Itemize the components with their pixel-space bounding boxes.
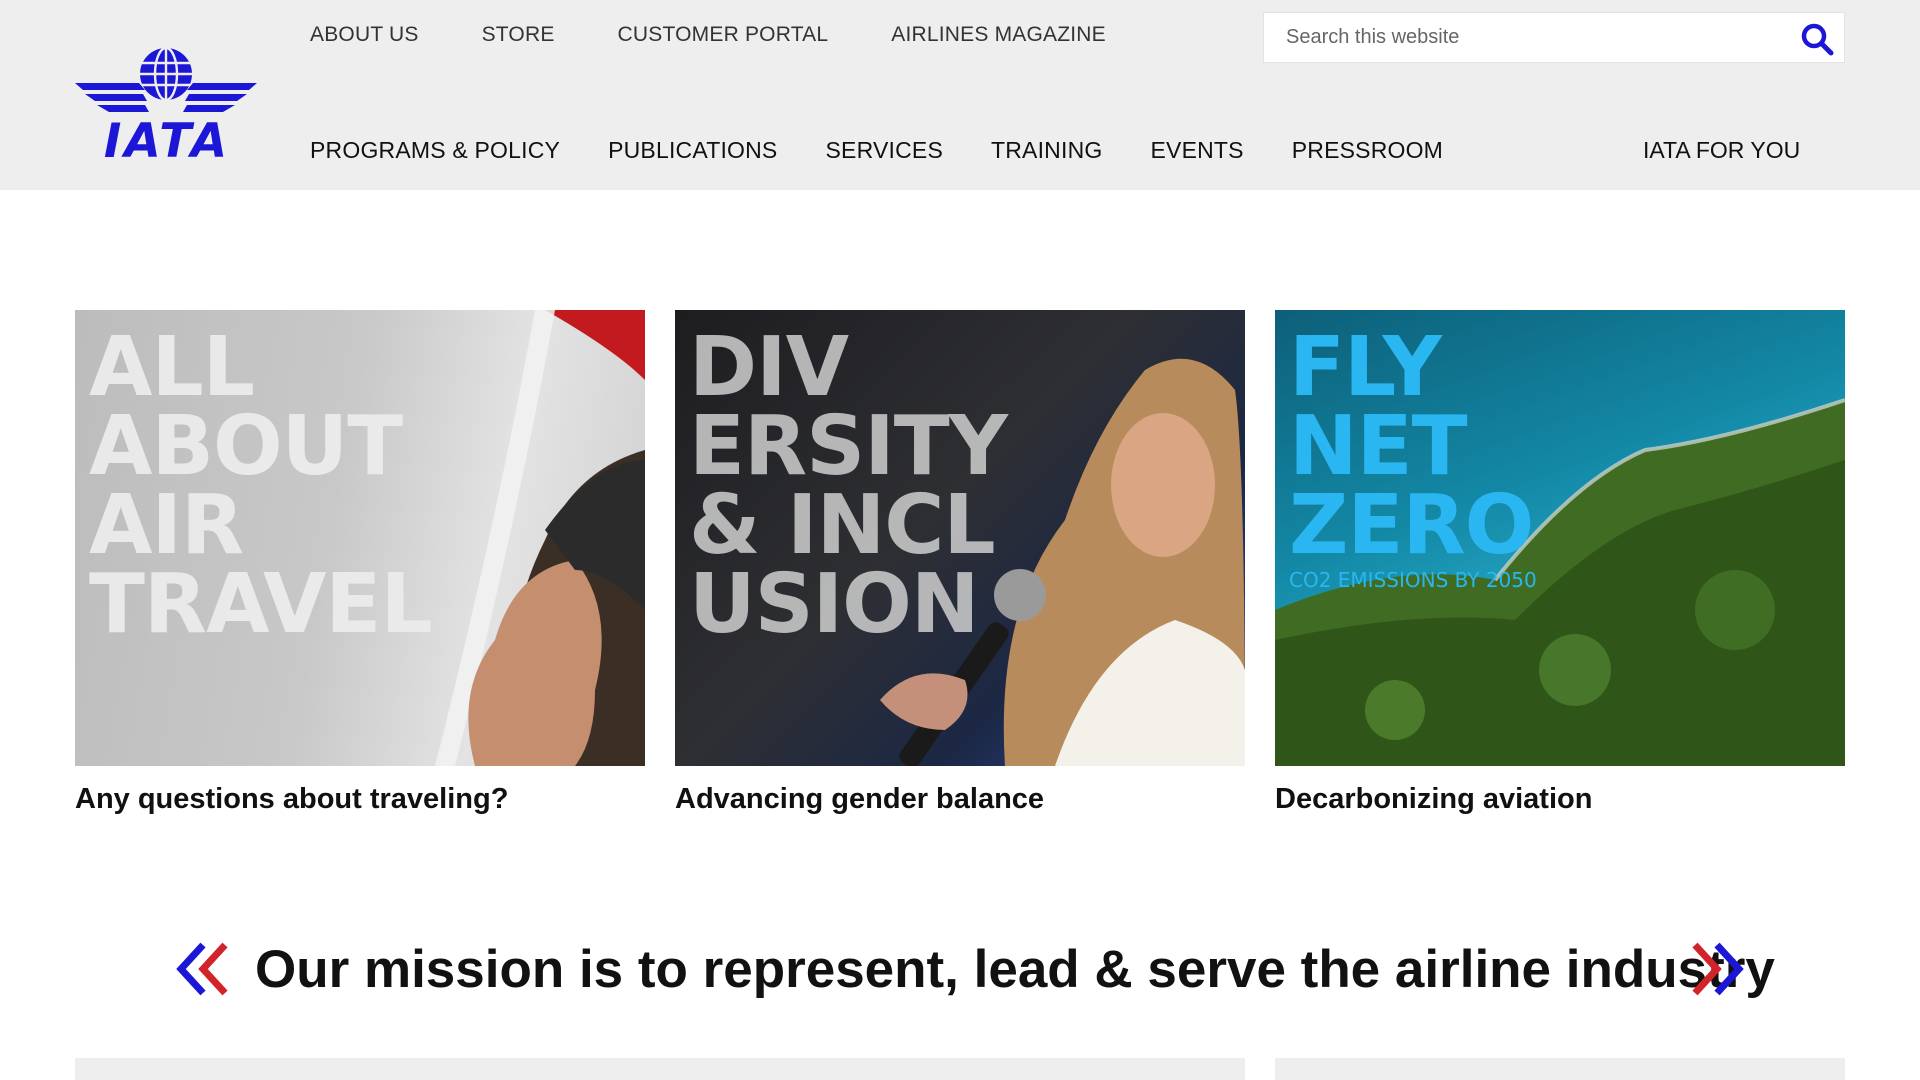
search-box: [1263, 12, 1845, 63]
logo-wordmark: IATA: [103, 114, 231, 169]
main-nav: PROGRAMS & POLICY PUBLICATIONS SERVICES …: [310, 137, 1491, 164]
card-image-child-window[interactable]: ALL ABOUT AIR TRAVEL: [75, 310, 645, 766]
nav-pressroom[interactable]: PRESSROOM: [1292, 137, 1443, 164]
nav-publications[interactable]: PUBLICATIONS: [608, 137, 777, 164]
nav-about-us[interactable]: ABOUT US: [310, 23, 419, 47]
card-diversity[interactable]: DIV ERSITY & INCL USION Advancing gender…: [675, 310, 1245, 816]
feature-cards: ALL ABOUT AIR TRAVEL Any questions about…: [75, 310, 1845, 830]
nav-customer-portal[interactable]: CUSTOMER PORTAL: [618, 23, 829, 47]
content-panel-left: [75, 1058, 1245, 1080]
top-utility-nav: ABOUT US STORE CUSTOMER PORTAL AIRLINES …: [310, 23, 1169, 47]
content-panel-right: [1275, 1058, 1845, 1080]
nav-airlines-magazine[interactable]: AIRLINES MAGAZINE: [891, 23, 1106, 47]
card-image-island-aerial[interactable]: FLY NET ZERO CO2 EMISSIONS BY 2050: [1275, 310, 1845, 766]
card-air-travel[interactable]: ALL ABOUT AIR TRAVEL Any questions about…: [75, 310, 645, 816]
card-overlay-title: FLY NET ZERO CO2 EMISSIONS BY 2050: [1289, 327, 1537, 595]
mission-banner: Our mission is to represent, lead & serv…: [175, 935, 1775, 1005]
nav-programs-policy[interactable]: PROGRAMS & POLICY: [310, 137, 560, 164]
card-overlay-title: DIV ERSITY & INCL USION: [689, 320, 1008, 652]
nav-store[interactable]: STORE: [482, 23, 555, 47]
nav-services[interactable]: SERVICES: [825, 137, 943, 164]
card-caption[interactable]: Decarbonizing aviation: [1275, 783, 1845, 816]
card-caption[interactable]: Advancing gender balance: [675, 783, 1245, 816]
iata-logo[interactable]: IATA: [75, 46, 257, 169]
double-chevron-left-icon: [176, 942, 228, 996]
card-net-zero[interactable]: FLY NET ZERO CO2 EMISSIONS BY 2050 Decar…: [1275, 310, 1845, 816]
search-icon[interactable]: [1800, 22, 1834, 56]
card-image-speaker[interactable]: DIV ERSITY & INCL USION: [675, 310, 1245, 766]
double-chevron-right-icon: [1692, 942, 1744, 996]
card-caption[interactable]: Any questions about traveling?: [75, 783, 645, 816]
site-header: IATA ABOUT US STORE CUSTOMER PORTAL AIRL…: [0, 0, 1920, 190]
nav-iata-for-you[interactable]: IATA FOR YOU: [1643, 137, 1800, 164]
search-input[interactable]: [1286, 13, 1786, 62]
mission-statement: Our mission is to represent, lead & serv…: [255, 940, 1775, 999]
nav-events[interactable]: EVENTS: [1150, 137, 1243, 164]
nav-training[interactable]: TRAINING: [991, 137, 1103, 164]
card-overlay-subtitle: CO2 EMISSIONS BY 2050: [1289, 568, 1537, 592]
card-overlay-title: ALL ABOUT AIR TRAVEL: [89, 320, 433, 652]
